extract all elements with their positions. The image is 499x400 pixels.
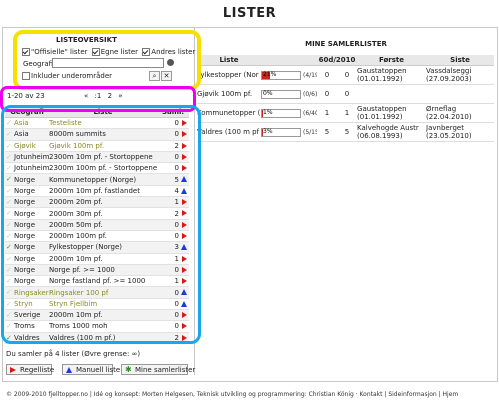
cell-last: Javnberget (23.05.2010) <box>426 122 495 142</box>
star-icon: ✱ <box>125 365 132 374</box>
col-last: Siste <box>426 55 495 66</box>
collect-note: Du samler på 4 lister (Øvre grense: ∞) <box>6 350 141 358</box>
highlight-lists <box>1 105 201 344</box>
col-count: 60d/2010 <box>317 55 358 66</box>
cell-60d: 1 <box>317 103 337 123</box>
first-date: (01.01.1992) <box>357 75 403 83</box>
last-peak[interactable]: Javnberget <box>426 124 494 132</box>
table-row[interactable]: Fylkestopper (Nor21%(4/19)00Gaustatoppen… <box>197 65 495 85</box>
cell-name[interactable]: Gjøvik 100m pf. <box>197 84 261 104</box>
cell-60d: 0 <box>317 84 337 104</box>
progress-frac: (6/405) <box>303 110 317 117</box>
first-date: (01.01.1992) <box>357 113 403 121</box>
last-peak[interactable]: Vassdalseggi <box>426 67 494 75</box>
progress-pct: 21% <box>263 70 277 78</box>
cell-first: Kalvehogde Austr (06.08.1993) <box>357 122 427 142</box>
last-date: (22.04.2010) <box>426 113 472 121</box>
last-date: (23.05.2010) <box>426 132 472 140</box>
progress-bar: 21% <box>261 70 301 80</box>
cell-progress: 1% (6/405) <box>261 103 317 123</box>
list-name[interactable]: Kommunetopper (No <box>197 109 261 117</box>
cell-year: 0 <box>337 84 358 104</box>
first-peak[interactable]: Gaustatoppen <box>357 67 426 75</box>
button-label: Mine samlerlister <box>135 366 196 374</box>
cell-name[interactable]: Fylkestopper (Nor <box>197 65 261 85</box>
first-peak[interactable]: Kalvehogde Austr <box>357 124 426 132</box>
button-label: Regelliste <box>20 366 55 374</box>
cell-60d: 0 <box>317 65 337 85</box>
cell-year: 0 <box>337 65 358 85</box>
cell-name[interactable]: Valdres (100 m pf <box>197 122 261 142</box>
arrow-up-icon <box>66 367 72 373</box>
cell-year: 1 <box>337 103 358 123</box>
progress-pct: 0% <box>263 89 273 97</box>
progress-frac: (4/19) <box>303 72 317 79</box>
cell-progress: 0% (0/6) <box>261 84 317 104</box>
progress-frac: (0/6) <box>303 91 317 98</box>
manual-list-button[interactable]: Manuell liste <box>62 364 120 375</box>
list-name[interactable]: Gjøvik 100m pf. <box>197 90 252 98</box>
progress-bar: 1% <box>261 108 301 118</box>
footer: © 2009-2010 fjelltopper.no | Idé og kons… <box>6 391 459 398</box>
progress-frac: (5/154) <box>303 129 317 136</box>
table-header: Liste 60d/2010 Første Siste <box>197 55 495 66</box>
cell-last: Ørneflag (22.04.2010) <box>426 103 495 123</box>
col-progress <box>261 55 317 66</box>
button-label: Manuell liste <box>76 366 121 374</box>
cell-name[interactable]: Kommunetopper (No <box>197 103 261 123</box>
cell-last: Vassdalseggi (27.09.2003) <box>426 65 495 85</box>
list-name[interactable]: Valdres (100 m pf <box>197 128 259 136</box>
progress-bar: 0% <box>261 89 301 99</box>
first-peak[interactable]: Gaustatoppen <box>357 105 426 113</box>
col-first: Første <box>357 55 427 66</box>
cell-first <box>357 84 427 104</box>
my-lists-table: Liste 60d/2010 Første Siste Fylkestopper… <box>197 55 495 142</box>
cell-last <box>426 84 495 104</box>
my-lists-title: MINE SAMLERLISTER <box>305 40 387 48</box>
col-liste: Liste <box>197 55 261 66</box>
first-date: (06.08.1993) <box>357 132 403 140</box>
cell-year: 5 <box>337 122 358 142</box>
rule-list-button[interactable]: Regelliste <box>6 364 55 375</box>
highlight-filter-box <box>13 30 201 90</box>
table-row[interactable]: Kommunetopper (No1%(6/405)11Gaustatoppen… <box>197 103 495 123</box>
cell-60d: 5 <box>317 122 337 142</box>
progress-pct: 3% <box>263 127 273 135</box>
page-title: LISTER <box>222 6 277 21</box>
cell-first: Gaustatoppen (01.01.1992) <box>357 103 427 123</box>
cell-progress: 3% (5/154) <box>261 122 317 142</box>
cell-progress: 21% (4/19) <box>261 65 317 85</box>
last-peak[interactable]: Ørneflag <box>426 105 494 113</box>
last-date: (27.09.2003) <box>426 75 472 83</box>
progress-bar: 3% <box>261 127 301 137</box>
table-row[interactable]: Gjøvik 100m pf. 0% (0/6) 0 0 <box>197 84 495 104</box>
cell-first: Gaustatoppen (01.01.1992) <box>357 65 427 85</box>
table-row[interactable]: Valdres (100 m pf3%(5/154)55Kalvehogde A… <box>197 122 495 142</box>
arrow-right-icon <box>10 367 16 373</box>
my-collections-button[interactable]: ✱ Mine samlerlister <box>121 364 195 375</box>
list-name[interactable]: Fylkestopper (Nor <box>197 71 259 79</box>
progress-pct: 1% <box>263 108 273 116</box>
